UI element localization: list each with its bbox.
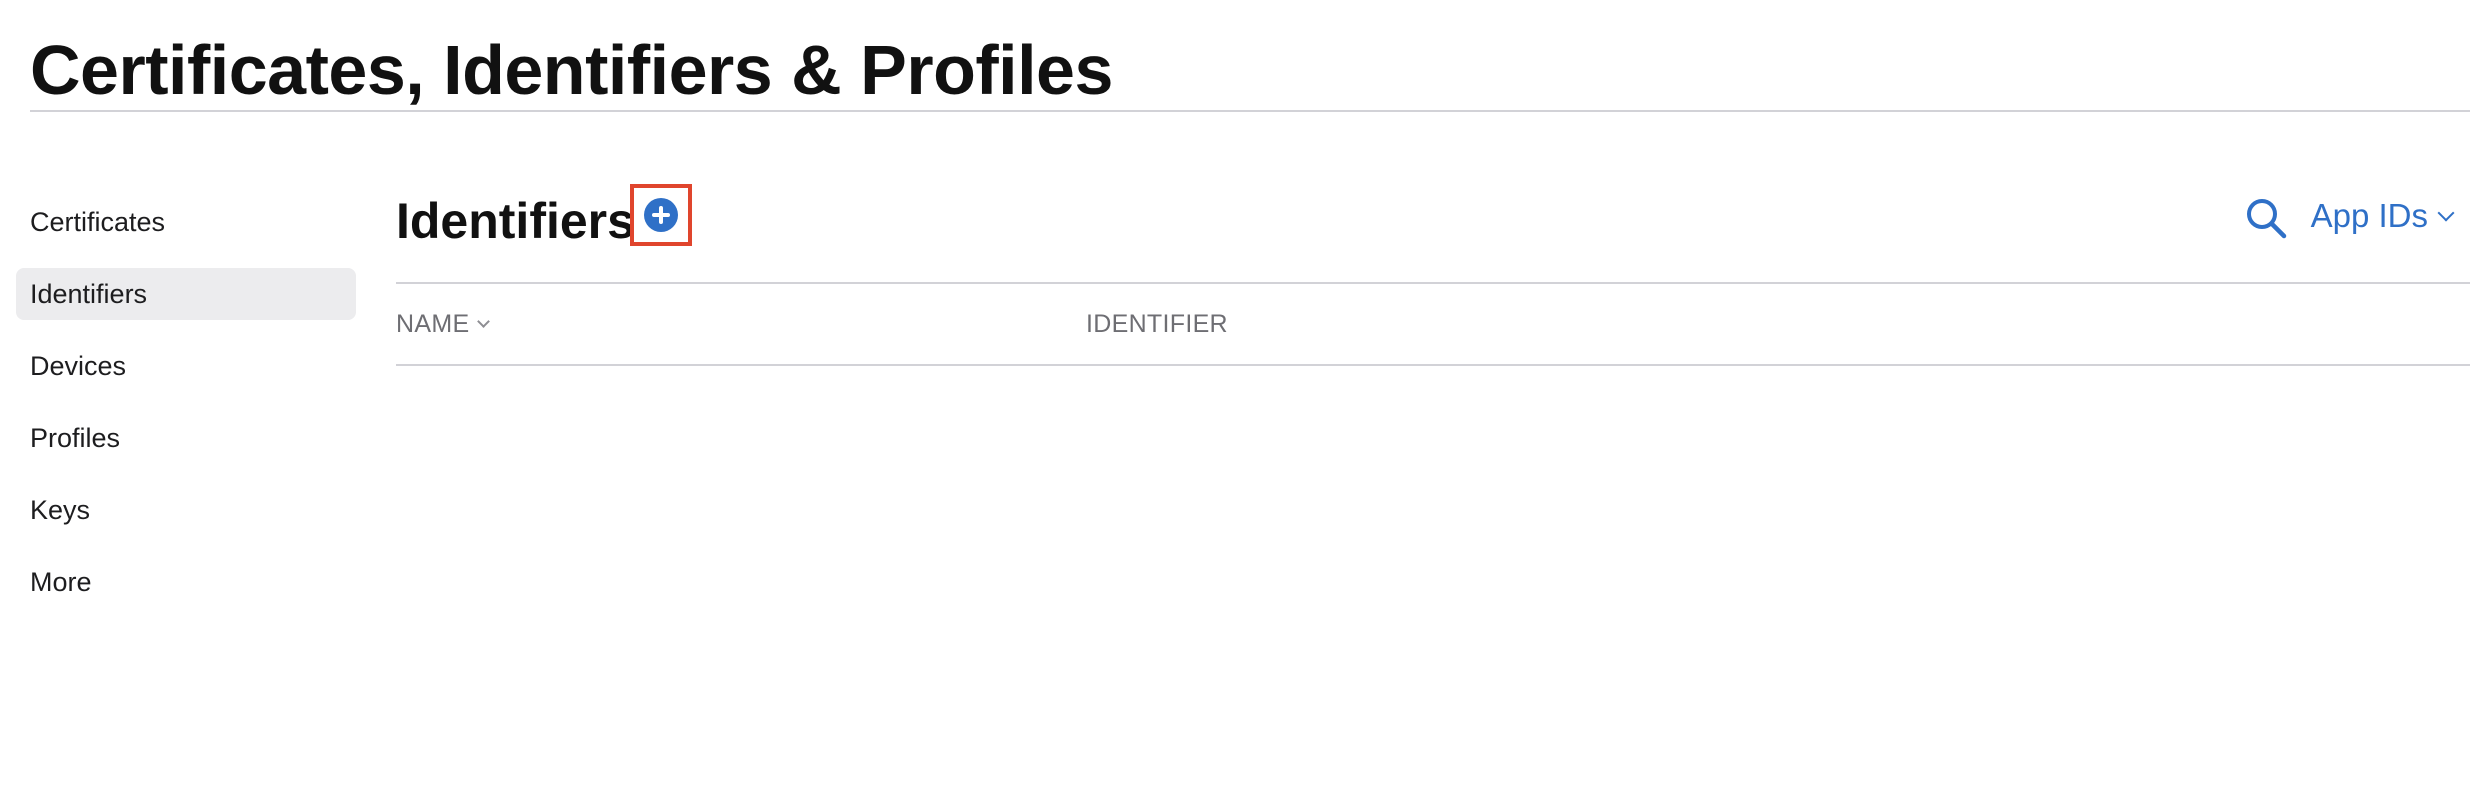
table-header: NAME IDENTIFIER [396,284,2470,366]
sidebar-item-label: More [30,567,92,597]
add-identifier-highlight [630,184,692,246]
search-button[interactable] [2244,196,2288,240]
column-header-label: IDENTIFIER [1086,310,1228,338]
sidebar-item-profiles[interactable]: Profiles [16,412,356,464]
add-identifier-button[interactable] [644,198,678,232]
identifier-type-filter[interactable]: App IDs [2310,194,2455,238]
sidebar-item-more[interactable]: More [16,556,356,608]
section-title: Identifiers [396,193,635,249]
sidebar-item-label: Profiles [30,423,121,453]
sidebar-item-label: Identifiers [30,279,148,309]
chevron-down-icon [2437,204,2455,222]
sidebar-item-label: Certificates [30,207,166,237]
search-icon [2247,199,2287,239]
sidebar-item-identifiers[interactable]: Identifiers [16,268,356,320]
sidebar-item-devices[interactable]: Devices [16,340,356,392]
sidebar-item-label: Keys [30,495,91,525]
filter-selected-label: App IDs [2310,197,2428,234]
sort-chevron-icon [477,315,491,328]
main-content: Identifiers App IDs NAME IDENTIFIER [396,176,2470,366]
section-header: Identifiers App IDs [396,176,2470,284]
sidebar-item-keys[interactable]: Keys [16,484,356,536]
page-title: Certificates, Identifiers & Profiles [30,31,1113,109]
sidebar: Certificates Identifiers Devices Profile… [16,196,356,628]
page-header: Certificates, Identifiers & Profiles [30,28,2470,112]
column-header-label: NAME [396,310,470,338]
column-header-name[interactable]: NAME [396,284,491,364]
sidebar-item-label: Devices [30,351,127,381]
sidebar-item-certificates[interactable]: Certificates [16,196,356,248]
column-header-identifier: IDENTIFIER [1086,284,1228,368]
